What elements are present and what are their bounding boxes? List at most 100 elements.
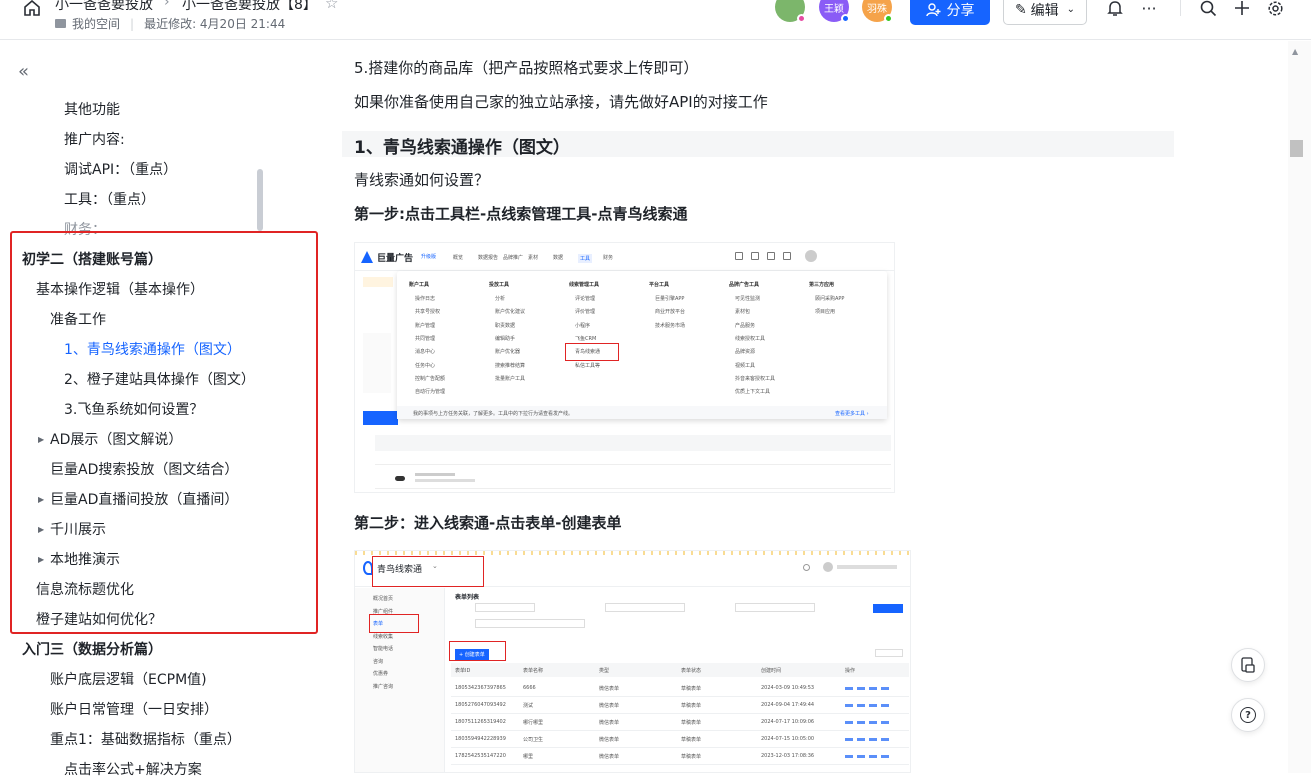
menu-item[interactable]: 项目应用 [815, 308, 835, 315]
edit-button[interactable]: ✎ 编辑 ⌄ [1003, 0, 1087, 25]
row-action[interactable] [845, 704, 853, 707]
row-action[interactable] [881, 755, 889, 758]
embedded-screenshot-1[interactable]: 巨量广告 升级版 我的事项与上方任务关联，了解更多。工具中的下拉行为请查看发产线… [354, 242, 895, 493]
row-action[interactable] [857, 704, 865, 707]
side-menu-item[interactable]: 线索收集 [373, 633, 393, 640]
menu-item[interactable]: 青鸟线索通 [575, 348, 600, 355]
menu-item[interactable]: 技术服务市场 [655, 322, 685, 329]
menu-item[interactable]: 飞鱼CRM [575, 335, 596, 342]
menu-item[interactable]: 巨量引擎APP [655, 295, 684, 302]
side-menu-item[interactable]: 优惠券 [373, 670, 388, 677]
row-action[interactable] [857, 738, 865, 741]
nav-item[interactable]: 数据报告 [478, 254, 498, 261]
side-menu-item[interactable]: 概况首页 [373, 595, 393, 602]
star-icon[interactable]: ☆ [325, 0, 338, 12]
toc-item[interactable]: 账户底层逻辑（ECPM值) [50, 670, 207, 690]
toc-item[interactable]: 推广内容: [64, 130, 125, 150]
menu-item[interactable]: 私信工具等 [575, 362, 600, 369]
highlight-annotation [10, 231, 318, 634]
embedded-screenshot-2[interactable]: 青鸟线索通 ⌄ 表单列表 + 创建表单 概况首页 推广组件 表单 线索收集 智能电话 咨询… [354, 550, 911, 773]
row-action[interactable] [857, 687, 865, 690]
row-action[interactable] [881, 704, 889, 707]
footer-link[interactable]: 查看更多工具 › [835, 410, 869, 417]
side-menu-item[interactable]: 推广咨询 [373, 683, 393, 690]
row-action[interactable] [869, 721, 877, 724]
toc-item[interactable]: 账户日常管理（一日安排） [50, 700, 218, 720]
row-action[interactable] [869, 738, 877, 741]
collapse-sidebar-icon[interactable]: « [18, 61, 29, 82]
menu-item[interactable]: 优质上下文工具 [735, 388, 770, 395]
menu-item[interactable]: 控制广告配额 [415, 375, 445, 382]
menu-item[interactable]: 产品服务 [735, 322, 755, 329]
doc-outline-button[interactable] [1231, 648, 1265, 682]
menu-item[interactable]: 视频工具 [735, 362, 755, 369]
side-menu-item[interactable]: 咨询 [373, 658, 383, 665]
help-button[interactable]: ? [1231, 698, 1265, 732]
toc-item[interactable]: 调试API：（重点） [64, 160, 177, 180]
search-icon[interactable] [1198, 0, 1218, 18]
toc-item[interactable]: 工具：（重点） [64, 190, 155, 210]
menu-item[interactable]: 共享号授权 [415, 308, 440, 315]
menu-item[interactable]: 小程序 [575, 322, 590, 329]
menu-item[interactable]: 搜索推荐结算 [495, 362, 525, 369]
menu-item[interactable]: 批量账户工具 [495, 375, 525, 382]
toc-item[interactable]: 点击率公式+解决方案 [64, 760, 202, 780]
row-action[interactable] [869, 704, 877, 707]
row-action[interactable] [869, 687, 877, 690]
nav-item[interactable]: 数据 [553, 254, 563, 261]
menu-item[interactable]: 线索授权工具 [735, 335, 765, 342]
share-button[interactable]: 分享 [910, 0, 990, 25]
menu-item[interactable]: 分析 [495, 295, 505, 302]
breadcrumb-parent[interactable]: 小一爸爸要投放 [55, 0, 153, 14]
menu-item[interactable]: 素材包 [735, 308, 750, 315]
menu-item[interactable]: 评论管理 [575, 295, 595, 302]
menu-item[interactable]: 可见性监测 [735, 295, 760, 302]
nav-item[interactable]: 财务 [603, 254, 613, 261]
row-action[interactable] [869, 755, 877, 758]
menu-item[interactable]: 自动行为管理 [415, 388, 445, 395]
nav-item[interactable]: 素材 [528, 254, 538, 261]
bell-icon[interactable] [1105, 0, 1125, 18]
row-action[interactable] [845, 738, 853, 741]
menu-item[interactable]: 操作日志 [415, 295, 435, 302]
menu-item[interactable]: 顾问采购APP [815, 295, 844, 302]
nav-item[interactable]: 工具 [578, 254, 593, 263]
menu-item[interactable]: 抖音来客授权工具 [735, 375, 775, 382]
menu-item[interactable]: 商业开放平台 [655, 308, 685, 315]
menu-item[interactable]: 品牌资源 [735, 348, 755, 355]
side-menu-item[interactable]: 智能电话 [373, 645, 393, 652]
more-icon[interactable]: ··· [1139, 0, 1159, 18]
menu-item[interactable]: 评价管理 [575, 308, 595, 315]
menu-item[interactable]: 账户优化器 [495, 348, 520, 355]
row-action[interactable] [881, 738, 889, 741]
nav-item[interactable]: 品牌推广 [503, 254, 523, 261]
menu-item[interactable]: 账户管理 [415, 322, 435, 329]
gear-icon[interactable] [1265, 0, 1285, 18]
sidebar-scrollbar[interactable] [257, 169, 263, 231]
row-action[interactable] [857, 721, 865, 724]
menu-item[interactable]: 职责数据 [495, 322, 515, 329]
menu-item[interactable]: 任务中心 [415, 362, 435, 369]
row-action[interactable] [845, 721, 853, 724]
row-action[interactable] [845, 755, 853, 758]
toc-item[interactable]: 入门三（数据分析篇） [22, 640, 162, 660]
menu-item[interactable]: 消息中心 [415, 348, 435, 355]
doc-title[interactable]: 小一爸爸要投放【8】 [182, 0, 317, 14]
plus-icon[interactable] [1232, 0, 1252, 18]
scroll-up-icon[interactable]: ▲ [1292, 47, 1298, 56]
menu-item[interactable]: 共同管理 [415, 335, 435, 342]
side-menu-item[interactable]: 表单 [373, 620, 383, 627]
home-icon[interactable] [22, 0, 42, 18]
side-menu-item[interactable]: 推广组件 [373, 608, 393, 615]
space-link[interactable]: 我的空间 [72, 15, 120, 32]
row-action[interactable] [881, 687, 889, 690]
toc-item[interactable]: 重点1：基础数据指标（重点） [50, 730, 241, 750]
nav-item[interactable]: 概览 [453, 254, 463, 261]
scrollbar-thumb[interactable] [1290, 140, 1303, 157]
toc-item[interactable]: 其他功能 [64, 100, 120, 120]
row-action[interactable] [857, 755, 865, 758]
row-action[interactable] [845, 687, 853, 690]
row-action[interactable] [881, 721, 889, 724]
menu-item[interactable]: 账户优化建议 [495, 308, 525, 315]
menu-item[interactable]: 编辑助手 [495, 335, 515, 342]
